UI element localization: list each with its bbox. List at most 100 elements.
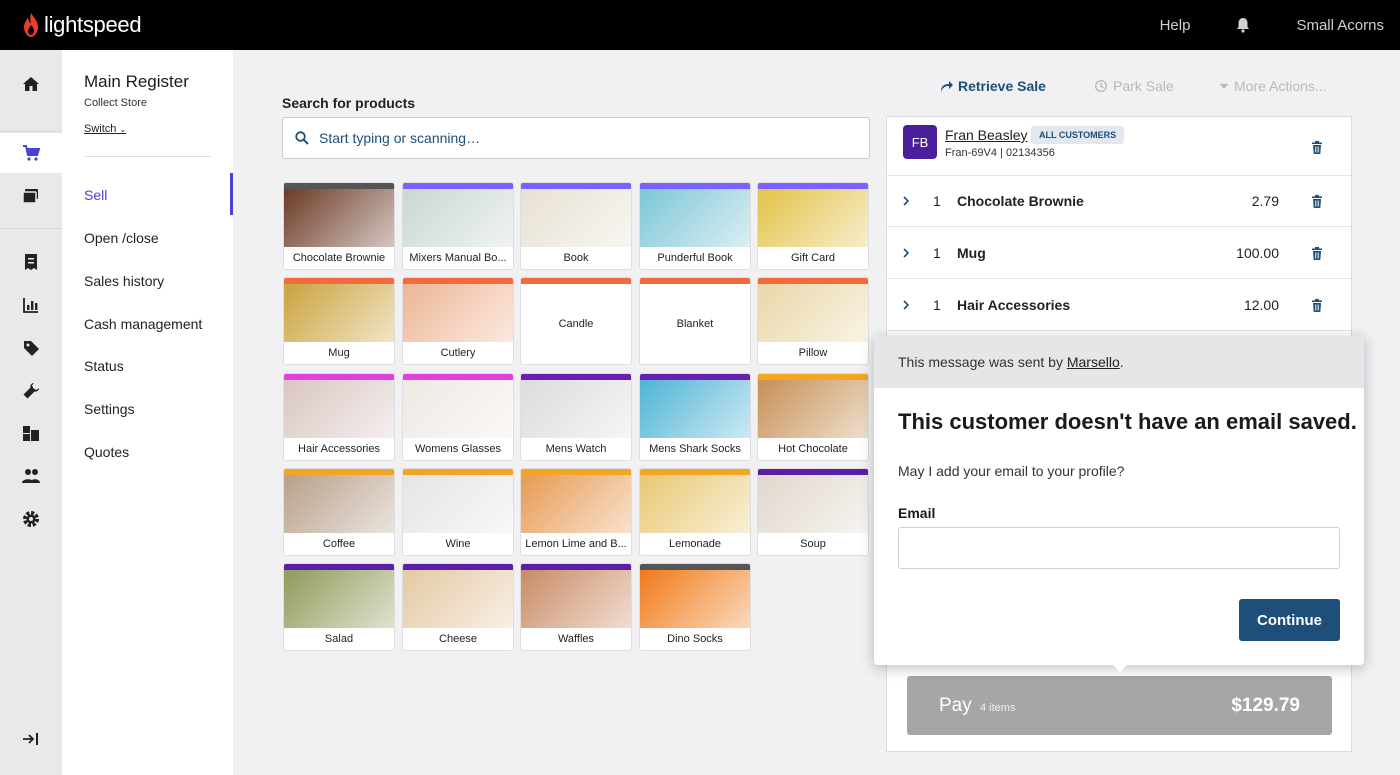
rail-tools[interactable] xyxy=(0,371,62,411)
nav-item-settings[interactable]: Settings xyxy=(84,401,135,417)
product-name: Lemonade xyxy=(669,538,721,550)
product-tile[interactable]: Gift Card xyxy=(757,182,869,270)
customer-name[interactable]: Fran Beasley xyxy=(945,127,1027,143)
product-name: Hot Chocolate xyxy=(778,443,848,455)
product-tile[interactable]: Punderful Book xyxy=(639,182,751,270)
home-icon xyxy=(23,77,39,91)
chevron-right-icon[interactable] xyxy=(902,299,910,311)
product-tile[interactable]: Lemon Lime and B... xyxy=(520,468,632,556)
product-name: Gift Card xyxy=(790,252,835,264)
product-image xyxy=(403,189,513,247)
product-name: Lemon Lime and B... xyxy=(525,538,627,550)
product-image xyxy=(403,570,513,628)
product-tile[interactable]: Hair Accessories xyxy=(283,373,395,461)
rail-inventory[interactable] xyxy=(0,413,62,453)
product-tile[interactable]: Book xyxy=(520,182,632,270)
retrieve-sale-label: Retrieve Sale xyxy=(958,78,1046,94)
popup-sent-prefix: This message was sent by xyxy=(898,354,1067,370)
product-tile[interactable]: Mens Watch xyxy=(520,373,632,461)
nav-item-sell[interactable]: Sell xyxy=(84,187,107,203)
retrieve-sale-button[interactable]: Retrieve Sale xyxy=(939,76,1046,96)
product-tile[interactable]: Wine xyxy=(402,468,514,556)
flame-icon xyxy=(24,13,38,37)
product-tile[interactable]: Candle xyxy=(520,277,632,365)
product-tile[interactable]: Cutlery xyxy=(402,277,514,365)
nav-item-status[interactable]: Status xyxy=(84,358,124,374)
cart-line[interactable]: 1 Chocolate Brownie 2.79 xyxy=(887,176,1351,227)
rail-register[interactable] xyxy=(0,176,62,216)
product-image xyxy=(521,380,631,438)
product-image xyxy=(640,475,750,533)
search-input[interactable] xyxy=(319,130,839,146)
trash-icon[interactable] xyxy=(1311,195,1323,208)
product-image xyxy=(758,189,868,247)
sales-icon xyxy=(25,254,37,270)
nav-active-indicator xyxy=(230,173,233,215)
chevron-right-icon[interactable] xyxy=(902,195,910,207)
popup-question: May I add your email to your profile? xyxy=(898,463,1125,479)
product-name: Book xyxy=(563,252,589,264)
switch-label: Switch xyxy=(84,123,117,135)
rail-collapse[interactable] xyxy=(0,719,62,759)
rail-sales[interactable] xyxy=(0,242,62,282)
product-tile[interactable]: Waffles xyxy=(520,563,632,651)
product-tile[interactable]: Soup xyxy=(757,468,869,556)
product-tile[interactable]: Dino Socks xyxy=(639,563,751,651)
trash-icon[interactable] xyxy=(1311,299,1323,312)
product-tile[interactable]: Coffee xyxy=(283,468,395,556)
product-name: Mens Shark Socks xyxy=(649,443,741,455)
icon-rail xyxy=(0,50,62,775)
product-tile[interactable]: Blanket xyxy=(639,277,751,365)
product-tile[interactable]: Hot Chocolate xyxy=(757,373,869,461)
cart-line[interactable]: 1 Mug 100.00 xyxy=(887,228,1351,279)
rail-reports[interactable] xyxy=(0,285,62,325)
nav-item-cash-management[interactable]: Cash management xyxy=(84,316,202,332)
product-name: Punderful Book xyxy=(657,252,733,264)
product-name: Dino Socks xyxy=(667,633,723,645)
rail-customers[interactable] xyxy=(0,456,62,496)
more-actions-button[interactable]: More Actions... xyxy=(1219,76,1327,96)
rail-sell[interactable] xyxy=(0,133,62,173)
help-link[interactable]: Help xyxy=(1160,17,1191,34)
chevron-right-icon[interactable] xyxy=(902,247,910,259)
product-tile[interactable]: Pillow xyxy=(757,277,869,365)
product-tile[interactable]: Salad xyxy=(283,563,395,651)
park-sale-button[interactable]: Park Sale xyxy=(1094,76,1174,96)
bell-icon[interactable] xyxy=(1236,17,1250,33)
product-image xyxy=(758,284,868,342)
collapse-icon xyxy=(23,733,38,745)
line-price: 2.79 xyxy=(1251,193,1279,209)
rail-settings[interactable] xyxy=(0,499,62,539)
popup-pointer xyxy=(1112,664,1128,672)
product-tile[interactable]: Cheese xyxy=(402,563,514,651)
product-tile[interactable]: Lemonade xyxy=(639,468,751,556)
trash-icon[interactable] xyxy=(1311,141,1323,154)
switch-register-link[interactable]: Switch ⌄ xyxy=(84,123,126,135)
nav-item-quotes[interactable]: Quotes xyxy=(84,444,129,460)
product-image xyxy=(403,380,513,438)
product-tile[interactable]: Chocolate Brownie xyxy=(283,182,395,270)
trash-icon[interactable] xyxy=(1311,247,1323,260)
rail-home[interactable] xyxy=(0,64,62,104)
wrench-icon xyxy=(23,383,39,399)
product-name: Chocolate Brownie xyxy=(292,252,386,264)
register-icon xyxy=(22,189,38,204)
nav-item-sales-history[interactable]: Sales history xyxy=(84,273,164,289)
product-tile[interactable]: Womens Glasses xyxy=(402,373,514,461)
continue-button[interactable]: Continue xyxy=(1239,599,1340,641)
email-field[interactable] xyxy=(898,527,1340,569)
lightspeed-logo[interactable]: lightspeed xyxy=(22,12,142,38)
caret-down-icon xyxy=(1219,83,1229,89)
pay-button[interactable]: Pay 4 items $129.79 xyxy=(907,676,1332,735)
store-name[interactable]: Small Acorns xyxy=(1296,17,1384,34)
product-tile[interactable]: Mens Shark Socks xyxy=(639,373,751,461)
rail-products[interactable] xyxy=(0,328,62,368)
popup-sender-link[interactable]: Marsello xyxy=(1067,354,1120,370)
cart-line[interactable]: 1 Hair Accessories 12.00 xyxy=(887,280,1351,331)
product-tile[interactable]: Mixers Manual Bo... xyxy=(402,182,514,270)
product-image xyxy=(284,284,394,342)
search-icon xyxy=(295,131,309,145)
product-tile[interactable]: Mug xyxy=(283,277,395,365)
nav-item-open-close[interactable]: Open /close xyxy=(84,230,159,246)
search-box[interactable] xyxy=(282,117,870,159)
